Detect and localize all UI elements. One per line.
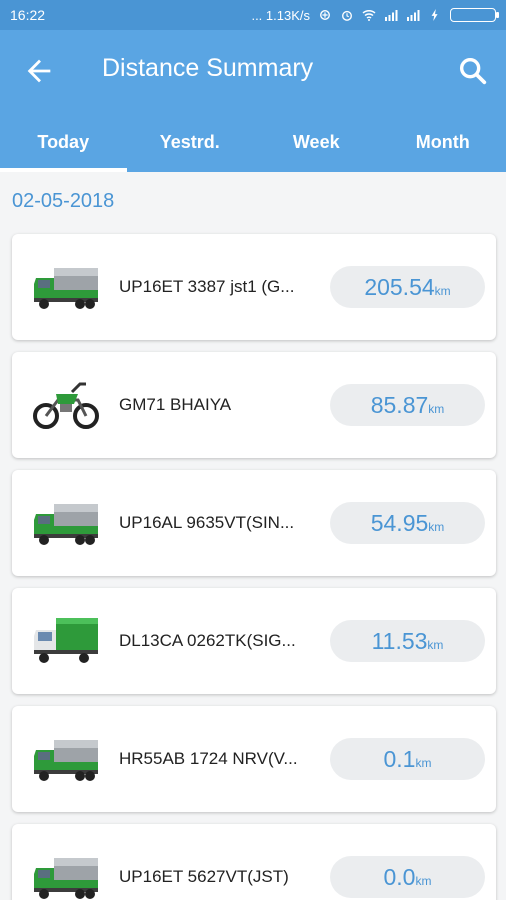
distance-badge: 11.53km (330, 620, 485, 662)
status-time: 16:22 (10, 7, 46, 23)
signal-icon (385, 10, 398, 21)
distance-unit: km (415, 756, 432, 770)
tab-today[interactable]: Today (0, 112, 127, 172)
alarm-icon (342, 10, 352, 21)
signal-icon (407, 10, 420, 21)
distance-badge: 0.1km (330, 738, 485, 780)
vehicle-card[interactable]: DL13CA 0262TK(SIG... 11.53km (12, 588, 496, 694)
app-bar: Distance Summary (0, 30, 506, 112)
distance-value: 0.0 (383, 864, 416, 890)
vehicle-card[interactable]: UP16ET 5627VT(JST) 0.0km (12, 824, 496, 900)
period-tabs: Today Yestrd. Week Month (0, 112, 506, 172)
vehicle-card[interactable]: GM71 BHAIYA 85.87km (12, 352, 496, 458)
distance-badge: 0.0km (330, 856, 485, 898)
data-saver-icon (320, 10, 330, 20)
vehicle-name: UP16AL 9635VT(SIN... (119, 513, 295, 532)
back-arrow-icon[interactable] (22, 54, 56, 88)
truck-icon (34, 504, 98, 545)
date-label: 02-05-2018 (12, 190, 115, 212)
vehicle-name: GM71 BHAIYA (119, 395, 232, 414)
motorcycle-icon (33, 382, 99, 429)
status-bar: 16:22 ... 1.13K/s (0, 0, 506, 30)
distance-unit: km (415, 874, 432, 888)
truck-icon (34, 858, 98, 899)
wifi-icon (362, 9, 376, 21)
vehicle-name: UP16ET 5627VT(JST) (119, 867, 289, 886)
distance-badge: 85.87km (330, 384, 485, 426)
network-speed: ... 1.13K/s (251, 7, 310, 23)
distance-value: 11.53 (371, 628, 428, 654)
distance-unit: km (427, 638, 444, 652)
battery-icon (450, 8, 499, 22)
truck-icon (34, 740, 98, 781)
page-title: Distance Summary (102, 54, 314, 82)
distance-unit: km (428, 402, 445, 416)
vehicle-card[interactable]: HR55AB 1724 NRV(V... 0.1km (12, 706, 496, 812)
search-icon[interactable] (456, 54, 490, 88)
vehicle-name: UP16ET 3387 jst1 (G... (119, 277, 295, 296)
tab-week[interactable]: Week (253, 112, 380, 172)
distance-unit: km (434, 284, 451, 298)
tab-yesterday[interactable]: Yestrd. (127, 112, 254, 172)
pickup-truck-icon (34, 618, 98, 663)
charging-icon (431, 9, 438, 21)
distance-badge: 205.54km (330, 266, 485, 308)
truck-icon (34, 268, 98, 309)
vehicle-name: DL13CA 0262TK(SIG... (119, 631, 296, 650)
distance-badge: 54.95km (330, 502, 485, 544)
distance-unit: km (428, 520, 445, 534)
distance-value: 85.87 (370, 392, 429, 418)
vehicle-card[interactable]: UP16AL 9635VT(SIN... 54.95km (12, 470, 496, 576)
distance-value: 205.54 (364, 274, 435, 300)
tab-month[interactable]: Month (380, 112, 506, 172)
distance-value: 54.95 (370, 510, 429, 536)
distance-value: 0.1 (383, 746, 416, 772)
status-icons: ... 1.13K/s (251, 7, 499, 23)
vehicle-name: HR55AB 1724 NRV(V... (119, 749, 298, 768)
vehicle-card[interactable]: UP16ET 3387 jst1 (G... 205.54km (12, 234, 496, 340)
